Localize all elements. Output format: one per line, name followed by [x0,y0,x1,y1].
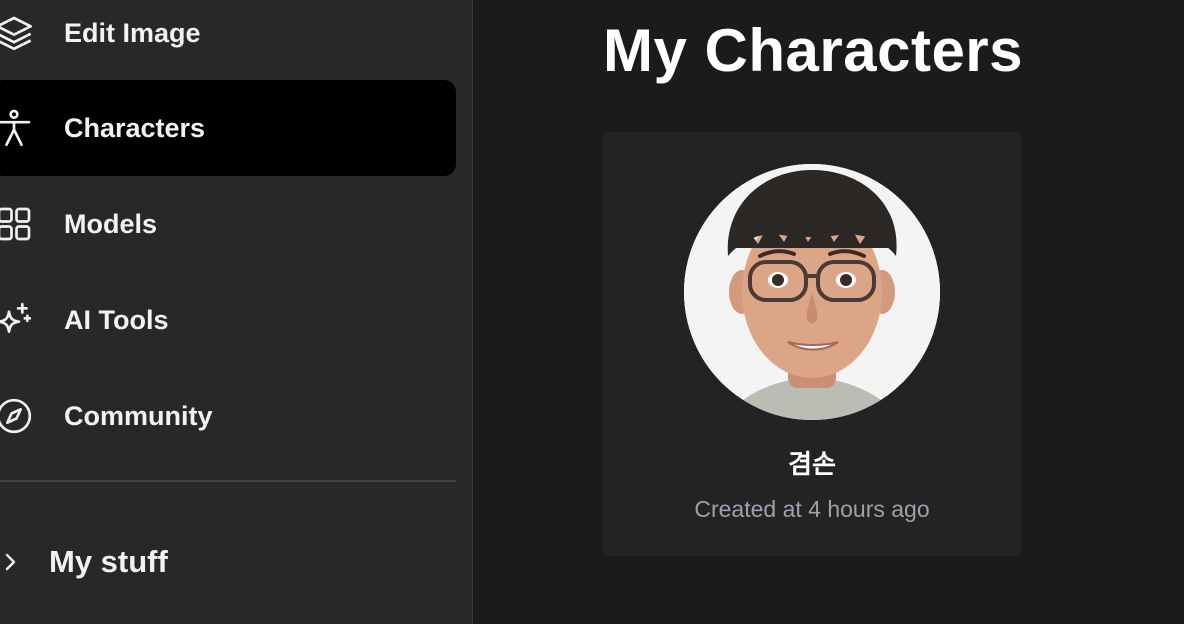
sidebar-divider [0,480,456,482]
grid-icon [0,202,36,246]
my-stuff-label: My stuff [49,544,168,579]
sidebar-item-label: Community [64,400,213,431]
compass-icon [0,394,36,438]
character-name: 겸손 [788,449,836,479]
sidebar-item-models[interactable]: Models [0,176,456,272]
person-icon [0,106,36,150]
sidebar-item-ai-tools[interactable]: AI Tools [0,272,456,368]
page-title: My Characters [603,17,1024,84]
sidebar-item-label: Models [64,208,158,239]
sidebar-item-label: Edit Image [64,17,201,48]
character-avatar [684,164,940,420]
sidebar-item-label: Characters [64,112,206,143]
sparkles-icon [0,298,36,342]
sidebar-item-label: AI Tools [64,304,169,335]
my-stuff-toggle[interactable]: My stuff [0,530,456,594]
sidebar: Edit Image Characters Models AI Tools Co… [0,0,473,624]
sidebar-item-characters[interactable]: Characters [0,80,456,176]
character-created-time: Created at 4 hours ago [694,496,930,522]
app: Edit Image Characters Models AI Tools Co… [0,0,1184,624]
sidebar-item-community[interactable]: Community [0,368,456,464]
main-content: My Characters 겸손 Created at 4 hours ago [474,0,1184,624]
sidebar-item-edit-image[interactable]: Edit Image [0,0,456,81]
chevron-right-icon [0,550,22,574]
character-card[interactable]: 겸손 Created at 4 hours ago [602,132,1022,556]
layers-icon [0,11,36,55]
